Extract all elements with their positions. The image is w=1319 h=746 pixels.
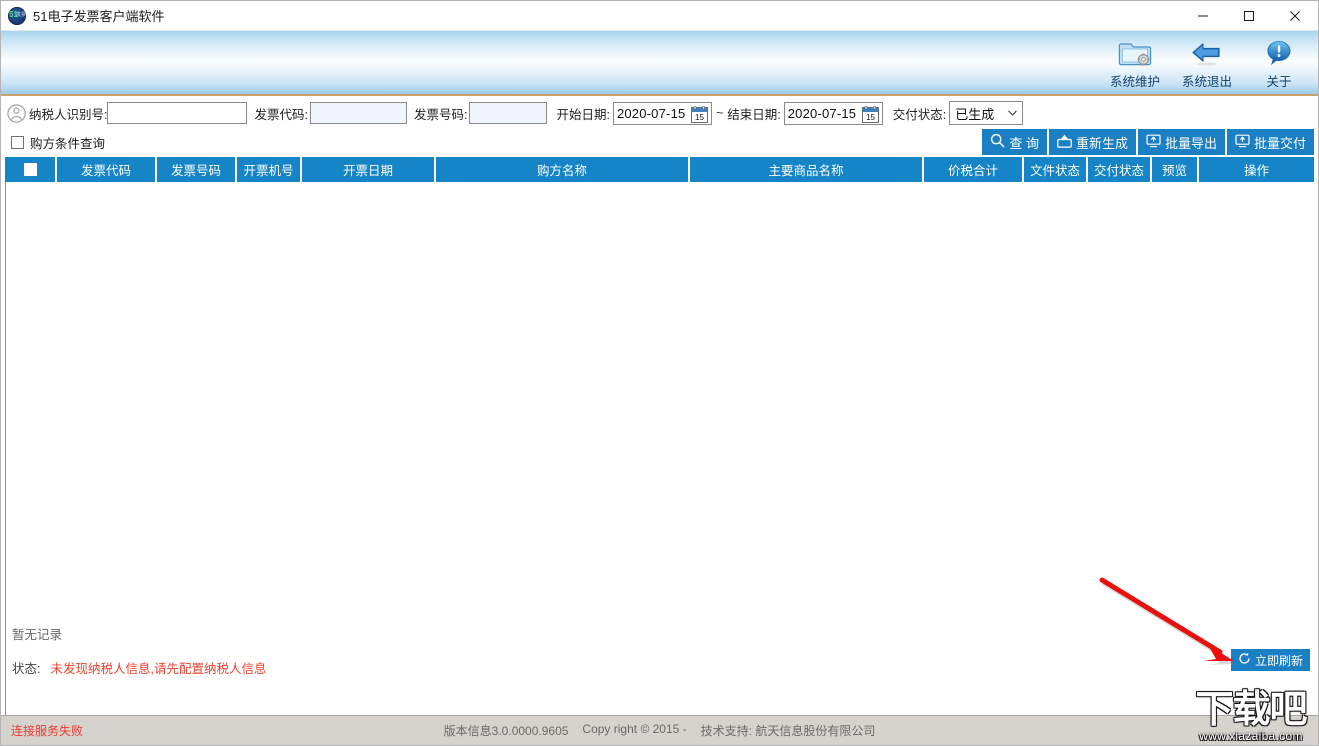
invoice-code-label: 发票代码: xyxy=(254,107,308,122)
deliver-icon xyxy=(1235,134,1250,151)
app-logo-icon xyxy=(8,6,26,25)
header-banner: 系统维护 系统退出 关于 xyxy=(1,31,1318,96)
refresh-now-button[interactable]: 立即刷新 xyxy=(1230,649,1310,671)
column-machine-number[interactable]: 开票机号 xyxy=(237,157,302,182)
column-invoice-date[interactable]: 开票日期 xyxy=(302,157,436,182)
toolbar-label-system-exit: 系统退出 xyxy=(1181,75,1232,89)
column-invoice-number[interactable]: 发票号码 xyxy=(157,157,237,182)
minimize-button[interactable] xyxy=(1180,1,1226,31)
title-bar: 51电子发票客户端软件 xyxy=(1,1,1318,31)
toolbar-item-system-exit[interactable]: 系统退出 xyxy=(1174,35,1240,90)
window-title: 51电子发票客户端软件 xyxy=(33,9,165,24)
taxpayer-id-select[interactable]: chevron-down-icon xyxy=(107,102,248,124)
table-body: 暂无记录 状态: 未发现纳税人信息,请先配置纳税人信息 立即刷新 xyxy=(5,182,1314,715)
copyright-info: Copy right © 2015 - xyxy=(582,722,687,736)
invoice-table: 发票代码 发票号码 开票机号 开票日期 购方名称 主要商品名称 价税合计 文件状… xyxy=(1,157,1318,715)
svg-text:15: 15 xyxy=(866,113,875,122)
invoice-number-input[interactable] xyxy=(469,102,548,124)
exit-arrow-left-icon xyxy=(1190,37,1224,69)
invoice-code-input[interactable] xyxy=(309,102,407,124)
search-icon xyxy=(990,133,1005,151)
action-buttons: 查 询 重新生成 批量导出 批量交付 xyxy=(982,129,1314,155)
buyer-condition-checkbox[interactable]: 购方条件查询 xyxy=(11,133,105,152)
close-button[interactable] xyxy=(1272,1,1318,31)
column-preview[interactable]: 预览 xyxy=(1152,157,1199,182)
application-window: 51电子发票客户端软件 xyxy=(0,0,1319,746)
toolbar-item-system-maintenance[interactable]: 系统维护 xyxy=(1102,35,1168,90)
buyer-condition-label: 购方条件查询 xyxy=(30,136,106,151)
column-delivery-status[interactable]: 交付状态 xyxy=(1088,157,1152,182)
batch-deliver-button-label: 批量交付 xyxy=(1253,135,1306,151)
empty-state-text: 暂无记录 xyxy=(12,628,63,642)
column-file-status[interactable]: 文件状态 xyxy=(1024,157,1088,182)
delivery-status-value: 已生成 xyxy=(955,106,995,122)
date-range-separator: ~ xyxy=(715,106,724,120)
chevron-down-icon xyxy=(1008,110,1018,116)
refresh-now-label: 立即刷新 xyxy=(1254,653,1303,668)
column-total-amount[interactable]: 价税合计 xyxy=(924,157,1024,182)
column-select-all[interactable] xyxy=(5,157,57,182)
column-main-goods-name[interactable]: 主要商品名称 xyxy=(690,157,924,182)
folder-gear-icon xyxy=(1118,37,1152,69)
start-date-picker[interactable]: 2020-07-15 15 xyxy=(612,101,712,126)
status-message: 未发现纳税人信息,请先配置纳税人信息 xyxy=(50,662,267,676)
column-operation[interactable]: 操作 xyxy=(1199,157,1314,182)
batch-export-button[interactable]: 批量导出 xyxy=(1137,129,1225,155)
action-row: 购方条件查询 查 询 重新生成 批量导出 批量交付 xyxy=(1,127,1318,157)
regenerate-icon xyxy=(1057,134,1072,151)
delivery-status-select[interactable]: 已生成 xyxy=(949,101,1024,125)
start-date-label: 开始日期: xyxy=(556,107,610,122)
person-circle-icon xyxy=(7,103,26,123)
invoice-number-label: 发票号码: xyxy=(413,107,468,122)
svg-text:15: 15 xyxy=(695,113,704,122)
info-bubble-icon xyxy=(1262,37,1296,69)
batch-deliver-button[interactable]: 批量交付 xyxy=(1226,129,1314,155)
status-label: 状态: xyxy=(12,662,41,676)
version-info: 版本信息3.0.0000.9605 xyxy=(443,724,569,738)
window-controls xyxy=(1180,1,1318,31)
query-button-label: 查 询 xyxy=(1009,135,1039,151)
support-info: 技术支持: 航天信息股份有限公司 xyxy=(700,724,876,738)
filter-bar: 纳税人识别号: chevron-down-icon 发票代码: 发票号码: 开始… xyxy=(1,99,1318,127)
taxpayer-id-label: 纳税人识别号: xyxy=(29,107,108,122)
status-bar: 连接服务失败 版本信息3.0.0000.9605 Copy right © 20… xyxy=(1,715,1318,745)
statusbar-info: 版本信息3.0.0000.9605 Copy right © 2015 - 技术… xyxy=(1,722,1318,739)
end-date-label: 结束日期: xyxy=(727,107,781,122)
column-invoice-code[interactable]: 发票代码 xyxy=(57,157,157,182)
select-all-checkbox[interactable] xyxy=(23,163,37,176)
table-header-row: 发票代码 发票号码 开票机号 开票日期 购方名称 主要商品名称 价税合计 文件状… xyxy=(5,157,1314,182)
delivery-status-label: 交付状态: xyxy=(892,107,947,122)
calendar-icon[interactable]: 15 xyxy=(690,105,708,126)
regenerate-button[interactable]: 重新生成 xyxy=(1048,129,1136,155)
query-button[interactable]: 查 询 xyxy=(982,129,1047,155)
header-toolbar: 系统维护 系统退出 关于 xyxy=(1102,35,1312,90)
maximize-button[interactable] xyxy=(1226,1,1272,31)
column-buyer-name[interactable]: 购方名称 xyxy=(436,157,690,182)
end-date-value: 2020-07-15 xyxy=(787,105,857,121)
refresh-icon xyxy=(1238,652,1251,668)
status-line: 状态: 未发现纳税人信息,请先配置纳税人信息 xyxy=(12,658,266,677)
toolbar-label-system-maintenance: 系统维护 xyxy=(1109,75,1160,89)
toolbar-item-about[interactable]: 关于 xyxy=(1246,35,1312,90)
regenerate-button-label: 重新生成 xyxy=(1075,135,1128,151)
calendar-icon[interactable]: 15 xyxy=(861,105,879,126)
export-icon xyxy=(1146,134,1161,151)
checkbox-box-icon xyxy=(11,135,24,149)
end-date-picker[interactable]: 2020-07-15 15 xyxy=(783,101,883,126)
start-date-value: 2020-07-15 xyxy=(616,105,686,121)
toolbar-label-about: 关于 xyxy=(1266,75,1292,89)
batch-export-button-label: 批量导出 xyxy=(1164,135,1217,151)
